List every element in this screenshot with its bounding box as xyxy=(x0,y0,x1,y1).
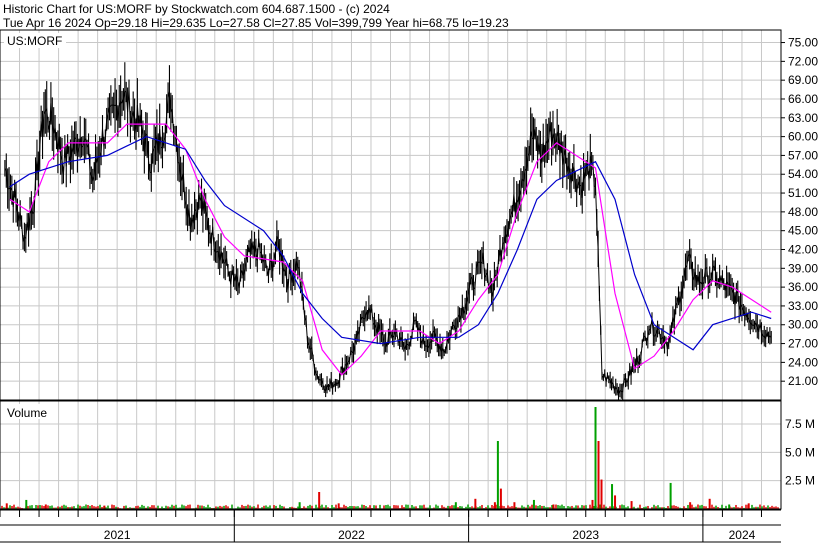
year-label: 2024 xyxy=(729,528,756,542)
year-label: 2021 xyxy=(104,528,131,542)
price-tick-label: 27.00 xyxy=(788,337,818,351)
chart-header-line2: Tue Apr 16 2024 Op=29.18 Hi=29.635 Lo=27… xyxy=(3,16,509,30)
price-tick-label: 60.00 xyxy=(788,130,818,144)
price-tick-label: 30.00 xyxy=(788,318,818,332)
price-tick-label: 66.00 xyxy=(788,92,818,106)
year-label: 2022 xyxy=(338,528,365,542)
stock-chart: Historic Chart for US:MORF by Stockwatch… xyxy=(0,2,818,543)
time-axis: 2021 2022 2023 2024 xyxy=(0,509,781,543)
year-label: 2023 xyxy=(572,528,599,542)
price-tick-label: 51.00 xyxy=(788,186,818,200)
price-line xyxy=(4,89,772,396)
price-tick-label: 75.00 xyxy=(788,36,818,50)
price-tick-label: 63.00 xyxy=(788,111,818,125)
volume-panel: 7.5 M 5.0 M 2.5 M xyxy=(0,401,815,509)
price-tick-label: 48.00 xyxy=(788,205,818,219)
price-tick-label: 36.00 xyxy=(788,280,818,294)
volume-tick-label: 5.0 M xyxy=(785,445,815,459)
price-tick-label: 54.00 xyxy=(788,167,818,181)
price-panel-title: US:MORF xyxy=(7,34,62,48)
chart-header-line1: Historic Chart for US:MORF by Stockwatch… xyxy=(3,2,390,16)
price-tick-label: 72.00 xyxy=(788,54,818,68)
volume-tick-label: 2.5 M xyxy=(785,474,815,488)
price-tick-label: 24.00 xyxy=(788,355,818,369)
price-tick-label: 45.00 xyxy=(788,224,818,238)
volume-panel-title: Volume xyxy=(7,406,47,420)
price-tick-label: 33.00 xyxy=(788,299,818,313)
volume-tick-label: 7.5 M xyxy=(785,417,815,431)
price-tick-label: 57.00 xyxy=(788,148,818,162)
price-panel: 75.00 72.00 69.00 66.00 63.00 60.00 57.00 54.00… xyxy=(0,30,818,401)
price-tick-label: 21.00 xyxy=(788,374,818,388)
price-tick-label: 39.00 xyxy=(788,261,818,275)
price-tick-label: 42.00 xyxy=(788,242,818,256)
price-tick-label: 69.00 xyxy=(788,73,818,87)
